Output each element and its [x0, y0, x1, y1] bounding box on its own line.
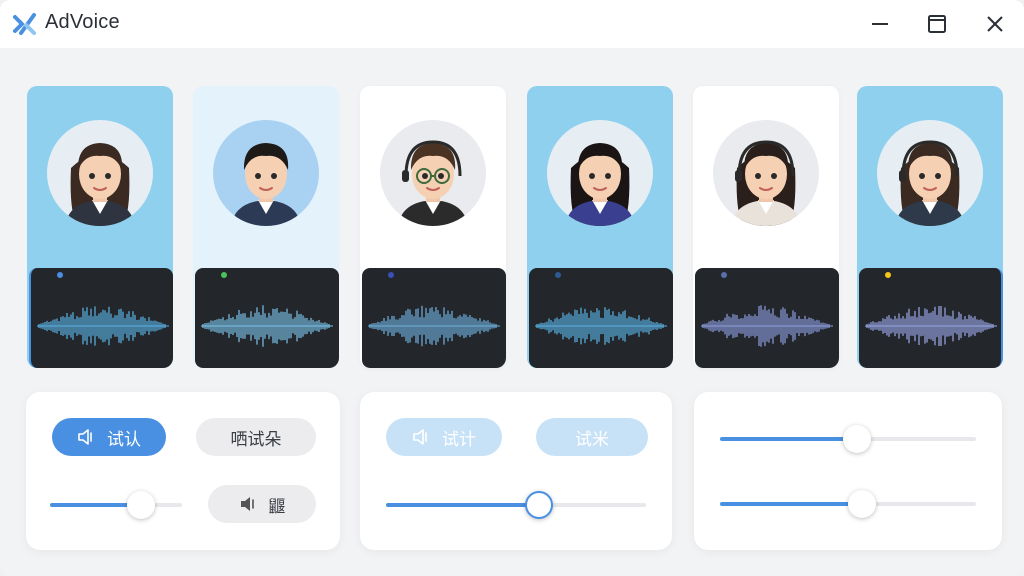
avatar: [547, 118, 653, 228]
speed-slider[interactable]: [386, 491, 646, 519]
preview-button-label: 试认: [107, 429, 141, 449]
avatar: [213, 118, 319, 228]
secondary-button-label: 哂试朵: [230, 429, 282, 449]
voice-card[interactable]: [360, 86, 506, 368]
maximize-button[interactable]: [923, 10, 951, 38]
close-button[interactable]: [981, 10, 1009, 38]
secondary-button[interactable]: 哂试朵: [196, 418, 316, 456]
pitch-slider[interactable]: [720, 425, 976, 453]
speaker-icon: [77, 428, 97, 446]
secondary-button-2[interactable]: 试米: [536, 418, 648, 456]
voice-card[interactable]: [527, 86, 673, 368]
preview-button[interactable]: 试认: [52, 418, 166, 456]
waveform-graphic: [368, 305, 500, 347]
minimize-icon: [872, 23, 888, 25]
minimize-button[interactable]: [866, 10, 894, 38]
slider-thumb[interactable]: [843, 425, 871, 453]
waveform-graphic: [37, 306, 169, 346]
close-icon: [987, 16, 1003, 32]
secondary-button-2-label: 试米: [575, 429, 609, 449]
waveform-graphic: [535, 307, 667, 345]
preview-button-2-label: 试计: [442, 429, 476, 449]
status-dot: [885, 272, 891, 278]
voice-card[interactable]: [193, 86, 339, 368]
waveform-panel[interactable]: [29, 268, 173, 368]
slider-thumb[interactable]: [525, 491, 553, 519]
voice-card[interactable]: [693, 86, 839, 368]
tone-slider[interactable]: [720, 490, 976, 518]
app-window: AdVoice 试认 哂试朵 鼴 试计 试米: [0, 0, 1024, 576]
maximize-icon: [928, 15, 946, 33]
avatar: [877, 118, 983, 228]
waveform-panel[interactable]: [859, 268, 1003, 368]
secondary-playback-panel: 试计 试米: [360, 392, 672, 550]
title-bar: AdVoice: [0, 0, 1024, 48]
avatar: [713, 118, 819, 228]
status-dot: [221, 272, 227, 278]
speaker-icon: [239, 495, 259, 513]
waveform-panel[interactable]: [195, 268, 339, 368]
avatar: [47, 118, 153, 228]
status-dot: [388, 272, 394, 278]
avatar: [380, 118, 486, 228]
slider-thumb[interactable]: [848, 490, 876, 518]
app-title: AdVoice: [45, 11, 120, 33]
status-dot: [555, 272, 561, 278]
voice-card[interactable]: [857, 86, 1003, 368]
waveform-panel[interactable]: [362, 268, 506, 368]
speaker-icon: [412, 428, 432, 446]
slider-thumb[interactable]: [127, 491, 155, 519]
preview-button-2[interactable]: 试计: [386, 418, 502, 456]
status-dot: [721, 272, 727, 278]
waveform-panel[interactable]: [529, 268, 673, 368]
waveform-graphic: [201, 305, 333, 347]
volume-slider[interactable]: [50, 491, 182, 519]
waveform-graphic: [865, 305, 997, 347]
volume-button[interactable]: 鼴: [208, 485, 316, 523]
waveform-graphic: [701, 305, 833, 347]
app-logo-icon: [12, 11, 38, 37]
volume-button-label: 鼴: [268, 496, 286, 516]
settings-panel: [694, 392, 1002, 550]
playback-panel: 试认 哂试朵 鼴: [26, 392, 340, 550]
status-dot: [57, 272, 63, 278]
voice-card[interactable]: [27, 86, 173, 368]
waveform-panel[interactable]: [695, 268, 839, 368]
